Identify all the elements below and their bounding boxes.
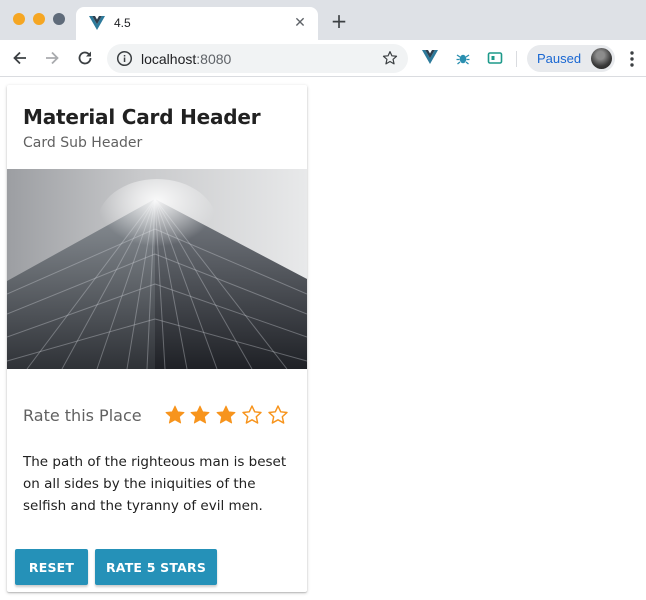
star-filled-icon[interactable] [215, 404, 237, 426]
card-subtitle: Card Sub Header [23, 135, 143, 151]
url-host: localhost [141, 51, 197, 67]
window-minimize-button[interactable] [33, 13, 45, 25]
back-icon[interactable] [10, 48, 30, 68]
profile-button[interactable]: Paused [527, 45, 615, 72]
bug-extension-icon[interactable] [455, 50, 471, 66]
card-title: Material Card Header [23, 105, 261, 129]
tag-extension-icon[interactable] [487, 50, 503, 66]
url-port: :8080 [196, 51, 232, 67]
vue-devtools-icon[interactable] [422, 50, 438, 66]
avatar [591, 48, 612, 69]
new-tab-button[interactable]: + [329, 11, 349, 31]
star-outline-icon[interactable] [267, 404, 289, 426]
info-icon[interactable] [116, 50, 133, 67]
menu-icon[interactable] [627, 50, 637, 68]
reload-icon[interactable] [75, 48, 95, 68]
rating-label: Rate this Place [23, 406, 142, 425]
toolbar-divider [516, 51, 517, 67]
profile-status: Paused [537, 51, 582, 66]
card-body-text: The path of the righteous man is beset o… [23, 454, 287, 514]
rate-5-stars-button[interactable]: Rate 5 Stars [95, 549, 217, 585]
material-card: Material Card Header Card Sub Header Rat… [7, 85, 307, 592]
url-text: localhost:8080 [141, 51, 231, 67]
forward-icon[interactable] [42, 48, 62, 68]
star-filled-icon[interactable] [189, 404, 211, 426]
vue-logo-icon [89, 16, 105, 31]
bookmark-star-icon[interactable] [381, 49, 399, 67]
address-bar[interactable]: localhost:8080 [107, 44, 408, 73]
browser-toolbar: localhost:8080 Paused [0, 40, 646, 77]
window-zoom-button[interactable] [53, 13, 65, 25]
close-icon[interactable]: ✕ [292, 14, 308, 30]
tab-title: 4.5 [114, 16, 131, 30]
window-close-button[interactable] [13, 13, 25, 25]
card-image-skyscraper [7, 169, 307, 369]
reset-button[interactable]: Reset [15, 549, 88, 585]
browser-tab-bar: 4.5 ✕ + [0, 0, 646, 40]
star-filled-icon[interactable] [164, 404, 186, 426]
star-outline-icon[interactable] [241, 404, 263, 426]
browser-tab[interactable]: 4.5 ✕ [76, 7, 318, 40]
